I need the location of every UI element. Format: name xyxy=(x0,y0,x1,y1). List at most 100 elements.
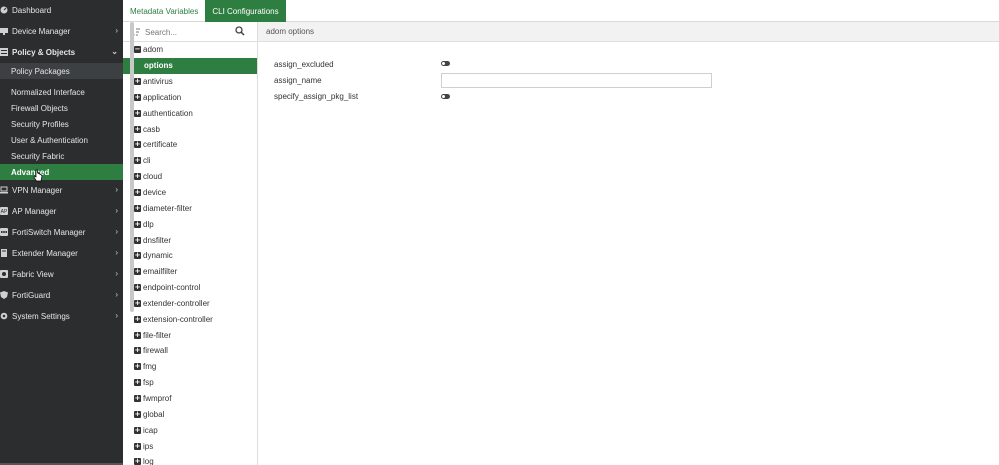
tree-node[interactable]: + dlp xyxy=(123,216,257,232)
expand-icon[interactable]: + xyxy=(134,284,141,292)
tree-node[interactable]: + casb xyxy=(123,121,257,137)
ap-manager-icon: AP xyxy=(0,207,8,215)
config-tree: − adom options +antivirus+application+au… xyxy=(123,22,258,465)
collapse-icon[interactable]: − xyxy=(134,46,141,54)
expand-icon[interactable]: + xyxy=(134,426,141,434)
dashboard-icon xyxy=(0,6,8,14)
tree-node[interactable]: + file-filter xyxy=(123,327,257,343)
tree-node[interactable]: + fwmprof xyxy=(123,391,257,407)
tree-node[interactable]: + dynamic xyxy=(123,248,257,264)
expand-icon[interactable]: + xyxy=(134,394,141,402)
expand-icon[interactable]: + xyxy=(134,109,141,117)
expand-icon[interactable]: + xyxy=(134,379,141,387)
tree-node[interactable]: + log xyxy=(123,454,257,465)
nav-label: Device Manager xyxy=(12,27,71,36)
expand-icon[interactable]: + xyxy=(134,458,141,465)
sidebar-item-normalized-interface[interactable]: Normalized Interface xyxy=(0,84,123,100)
expand-icon[interactable]: + xyxy=(134,204,141,212)
tree-node-label: icap xyxy=(143,425,158,435)
tree-node[interactable]: + device xyxy=(123,185,257,201)
assign-excluded-toggle[interactable] xyxy=(441,61,450,66)
tree-scrollbar[interactable] xyxy=(130,22,134,312)
tree-node-label: diameter-filter xyxy=(143,203,192,213)
nav-fabric-view[interactable]: Fabric View › xyxy=(0,264,123,285)
sidebar-item-security-profiles[interactable]: Security Profiles xyxy=(0,116,123,132)
tree-node[interactable]: + dnsfilter xyxy=(123,232,257,248)
nav-system-settings[interactable]: System Settings › xyxy=(0,306,123,327)
tree-node[interactable]: + diameter-filter xyxy=(123,200,257,216)
sidebar-item-firewall-objects[interactable]: Firewall Objects xyxy=(0,100,123,116)
chevron-right-icon: › xyxy=(115,227,118,236)
tree-node[interactable]: + emailfilter xyxy=(123,264,257,280)
nav-extender-manager[interactable]: Extender Manager › xyxy=(0,243,123,264)
chevron-right-icon: › xyxy=(115,290,118,299)
nav-fortiswitch-manager[interactable]: FortiSwitch Manager › xyxy=(0,222,123,243)
tree-node[interactable]: + fsp xyxy=(123,375,257,391)
assign-name-input[interactable] xyxy=(441,73,712,88)
expand-icon[interactable]: + xyxy=(134,125,141,133)
expand-icon[interactable]: + xyxy=(134,141,141,149)
expand-icon[interactable]: + xyxy=(134,363,141,371)
tree-node-label: casb xyxy=(143,124,160,134)
tree-node-adom[interactable]: − adom xyxy=(123,42,257,58)
tree-node-label: log xyxy=(143,457,154,465)
sidebar-item-policy-packages[interactable]: Policy Packages xyxy=(0,63,123,79)
expand-icon[interactable]: + xyxy=(134,347,141,355)
nav-device-manager[interactable]: Device Manager › xyxy=(0,21,123,42)
tree-search-bar xyxy=(123,22,257,42)
tree-node[interactable]: + authentication xyxy=(123,105,257,121)
tree-node[interactable]: + global xyxy=(123,406,257,422)
nav-vpn-manager[interactable]: VPN Manager › xyxy=(0,180,123,201)
mouse-cursor-icon xyxy=(33,169,43,182)
tree-node[interactable]: + application xyxy=(123,90,257,106)
tree-search-input[interactable] xyxy=(145,26,235,38)
expand-icon[interactable]: + xyxy=(134,299,141,307)
specify-assign-pkg-list-toggle[interactable] xyxy=(441,94,450,99)
expand-icon[interactable]: + xyxy=(134,93,141,101)
expand-icon[interactable]: + xyxy=(134,442,141,450)
nav-fortiguard[interactable]: FortiGuard › xyxy=(0,285,123,306)
tree-node-options[interactable]: options xyxy=(123,57,257,74)
expand-icon[interactable]: + xyxy=(134,236,141,244)
sidebar-item-user-authentication[interactable]: User & Authentication xyxy=(0,132,123,148)
tree-node[interactable]: + extension-controller xyxy=(123,311,257,327)
tree-node[interactable]: + cloud xyxy=(123,169,257,185)
expand-icon[interactable]: + xyxy=(134,157,141,165)
sidebar-item-advanced[interactable]: Advanced xyxy=(0,164,123,180)
chevron-right-icon: › xyxy=(115,269,118,278)
sidebar: Dashboard Device Manager › Policy & Obje… xyxy=(0,0,123,465)
tree-node-label: fsp xyxy=(143,378,154,388)
tree-node[interactable]: + certificate xyxy=(123,137,257,153)
tab-metadata-variables[interactable]: Metadata Variables xyxy=(123,0,205,22)
tree-node[interactable]: + ips xyxy=(123,438,257,454)
tree-node[interactable]: + icap xyxy=(123,422,257,438)
sidebar-item-security-fabric[interactable]: Security Fabric xyxy=(0,148,123,164)
tree-node-label: ips xyxy=(143,441,154,451)
device-manager-icon xyxy=(0,27,8,35)
nav-ap-manager[interactable]: AP AP Manager › xyxy=(0,201,123,222)
nav-policy-objects[interactable]: Policy & Objects ⌄ xyxy=(0,42,123,63)
expand-icon[interactable]: + xyxy=(134,220,141,228)
expand-icon[interactable]: + xyxy=(134,268,141,276)
tree-node[interactable]: + firewall xyxy=(123,343,257,359)
tab-cli-configurations[interactable]: CLI Configurations xyxy=(205,0,286,22)
tree-node[interactable]: + extender-controller xyxy=(123,296,257,312)
search-icon[interactable] xyxy=(235,26,245,36)
expand-icon[interactable]: + xyxy=(134,78,141,86)
tree-node[interactable]: + antivirus xyxy=(123,74,257,90)
tree-node-label: device xyxy=(143,188,167,198)
tree-node[interactable]: + fmg xyxy=(123,359,257,375)
expand-icon[interactable]: + xyxy=(134,410,141,418)
field-label-assign-name: assign_name xyxy=(274,75,322,85)
expand-icon[interactable]: + xyxy=(134,252,141,260)
chevron-down-icon: ⌄ xyxy=(111,47,118,56)
tree-node-label: firewall xyxy=(143,346,168,356)
tree-node[interactable]: + cli xyxy=(123,153,257,169)
expand-icon[interactable]: + xyxy=(134,331,141,339)
nav-dashboard[interactable]: Dashboard xyxy=(0,0,123,21)
expand-icon[interactable]: + xyxy=(134,315,141,323)
tree-node[interactable]: + endpoint-control xyxy=(123,280,257,296)
expand-icon[interactable]: + xyxy=(134,173,141,181)
expand-icon[interactable]: + xyxy=(134,189,141,197)
tree-node-label: emailfilter xyxy=(143,267,178,277)
